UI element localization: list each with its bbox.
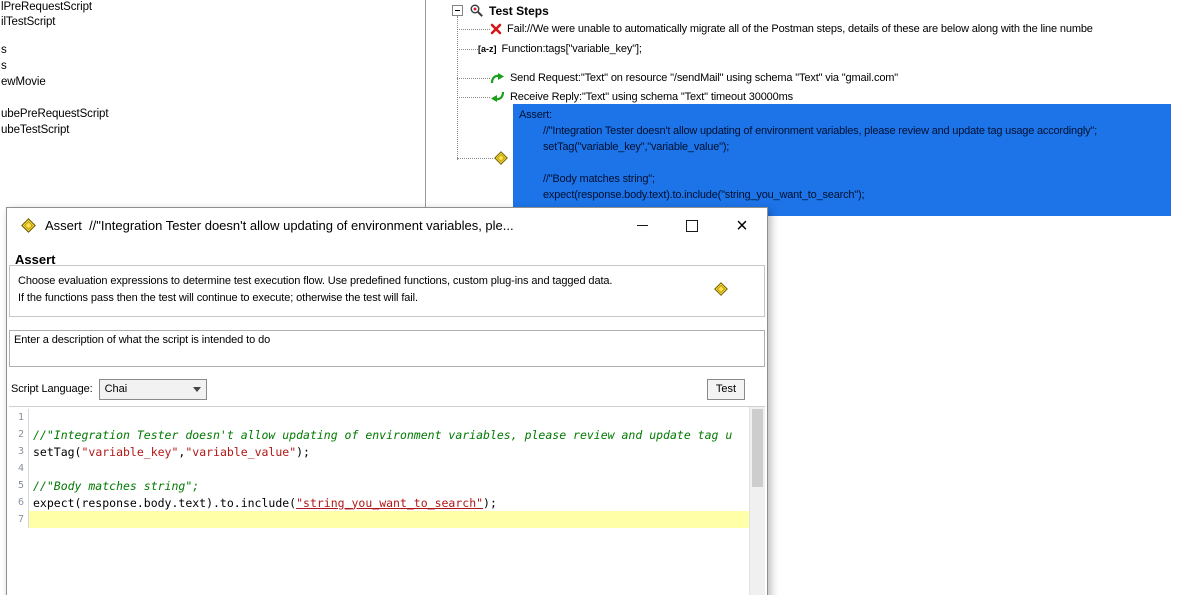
app-window: lPreRequestScriptilTestScript ss ewMovie ub… (0, 0, 1188, 595)
collapse-toggle-icon[interactable] (452, 5, 463, 16)
test-steps-label: Test Steps (489, 4, 549, 18)
left-tree-item[interactable]: ewMovie (1, 75, 46, 89)
left-tree-item[interactable]: ilTestScript (1, 15, 55, 29)
line-number: 7 (9, 511, 29, 528)
test-step-label: Function:tags["variable_key"]; (502, 43, 642, 55)
assert-step-line: //"Integration Tester doesn't allow upda… (519, 123, 1171, 139)
tree-connector (457, 16, 458, 160)
fail-icon (490, 23, 502, 35)
maximize-icon (686, 220, 698, 232)
script-editor[interactable]: 12//"Integration Tester doesn't allow up… (9, 406, 765, 595)
left-tree-item[interactable]: lPreRequestScript (1, 0, 92, 14)
scrollbar-thumb[interactable] (752, 409, 763, 487)
minimize-icon (637, 225, 648, 226)
editor-line[interactable]: 4 (9, 460, 749, 477)
left-tree-item[interactable]: s (1, 59, 7, 73)
left-tree: lPreRequestScriptilTestScript ss ewMovie ub… (0, 0, 425, 210)
send-request-icon (490, 71, 505, 85)
tree-connector (457, 49, 478, 50)
code-text: setTag("variable_key","variable_value"); (29, 443, 749, 460)
test-step-row[interactable]: Send Request:"Text" on resource "/sendMa… (457, 70, 1188, 86)
script-language-value: Chai (100, 383, 189, 395)
line-number: 3 (9, 443, 29, 460)
test-step-row[interactable]: [a-z] Function:tags["variable_key"]; (457, 41, 1188, 57)
script-description-input[interactable]: Enter a description of what the script i… (9, 330, 765, 367)
editor-line[interactable]: 1 (9, 409, 749, 426)
editor-line[interactable]: 7 (9, 511, 749, 528)
test-steps-panel: Test Steps Fail://We were unable to auto… (440, 0, 1188, 240)
line-number: 6 (9, 494, 29, 511)
assert-step-line: setTag("variable_key","variable_value"); (519, 139, 1171, 155)
editor-line[interactable]: 3setTag("variable_key","variable_value")… (9, 443, 749, 460)
left-tree-item[interactable]: ubeTestScript (1, 123, 69, 137)
tree-connector (457, 158, 493, 159)
code-text: //"Integration Tester doesn't allow upda… (29, 426, 749, 443)
chevron-down-icon (189, 380, 206, 399)
test-step-label: Receive Reply:"Text" using schema "Text"… (510, 91, 793, 103)
editor-line[interactable]: 6expect(response.body.text).to.include("… (9, 494, 749, 511)
description-line: Choose evaluation expressions to determi… (18, 273, 720, 290)
line-number: 5 (9, 477, 29, 494)
close-button[interactable]: × (717, 208, 767, 243)
dialog-titlebar[interactable]: Assert //"Integration Tester doesn't all… (7, 208, 767, 243)
code-text (29, 511, 749, 528)
tree-connector (457, 29, 490, 30)
code-text: expect(response.body.text).to.include("s… (29, 494, 749, 511)
test-steps-root[interactable]: Test Steps (452, 3, 549, 18)
minimize-button[interactable] (617, 208, 667, 243)
editor-line[interactable]: 2//"Integration Tester doesn't allow upd… (9, 426, 749, 443)
assert-dialog: Assert //"Integration Tester doesn't all… (6, 207, 768, 595)
assert-diamond-icon (21, 218, 36, 233)
left-tree-item[interactable]: s (1, 43, 7, 57)
line-number: 1 (9, 409, 29, 426)
assert-diamond-icon (494, 151, 508, 170)
code-text (29, 460, 749, 477)
code-text: //"Body matches string"; (29, 477, 749, 494)
test-button[interactable]: Test (707, 379, 745, 400)
tree-connector (457, 97, 490, 98)
tree-connector (457, 78, 490, 79)
assert-step-line: //"Body matches string"; (519, 171, 1171, 187)
editor-scrollbar[interactable] (749, 407, 765, 595)
assert-step-selected[interactable]: Assert://"Integration Tester doesn't all… (513, 104, 1171, 216)
editor-lines: 12//"Integration Tester doesn't allow up… (9, 409, 749, 595)
editor-line[interactable]: 5//"Body matches string"; (9, 477, 749, 494)
line-number: 4 (9, 460, 29, 477)
assert-step-line: Assert: (519, 107, 1171, 123)
panel-divider[interactable] (425, 0, 426, 210)
script-language-dropdown[interactable]: Chai (99, 379, 207, 400)
test-steps-icon (469, 3, 484, 18)
assert-step-line: expect(response.body.text).to.include("s… (519, 187, 1171, 203)
description-line: If the functions pass then the test will… (18, 290, 720, 307)
script-language-label: Script Language: (11, 383, 93, 395)
maximize-button[interactable] (667, 208, 717, 243)
dialog-title: Assert //"Integration Tester doesn't all… (45, 218, 617, 233)
description-box: Choose evaluation expressions to determi… (9, 265, 765, 317)
line-number: 2 (9, 426, 29, 443)
code-text (29, 409, 749, 426)
test-step-label: Fail://We were unable to automatically m… (507, 23, 1093, 35)
script-language-row: Script Language: Chai Test (9, 377, 765, 401)
receive-reply-icon (490, 90, 505, 104)
assert-diamond-icon (714, 282, 728, 302)
function-icon: [a-z] (478, 44, 497, 54)
test-step-label: Send Request:"Text" on resource "/sendMa… (510, 72, 898, 84)
left-tree-item[interactable]: ubePreRequestScript (1, 107, 108, 121)
assert-step-line (519, 155, 1171, 171)
test-step-row[interactable]: Fail://We were unable to automatically m… (457, 21, 1188, 37)
test-step-row[interactable]: Receive Reply:"Text" using schema "Text"… (457, 89, 1188, 105)
